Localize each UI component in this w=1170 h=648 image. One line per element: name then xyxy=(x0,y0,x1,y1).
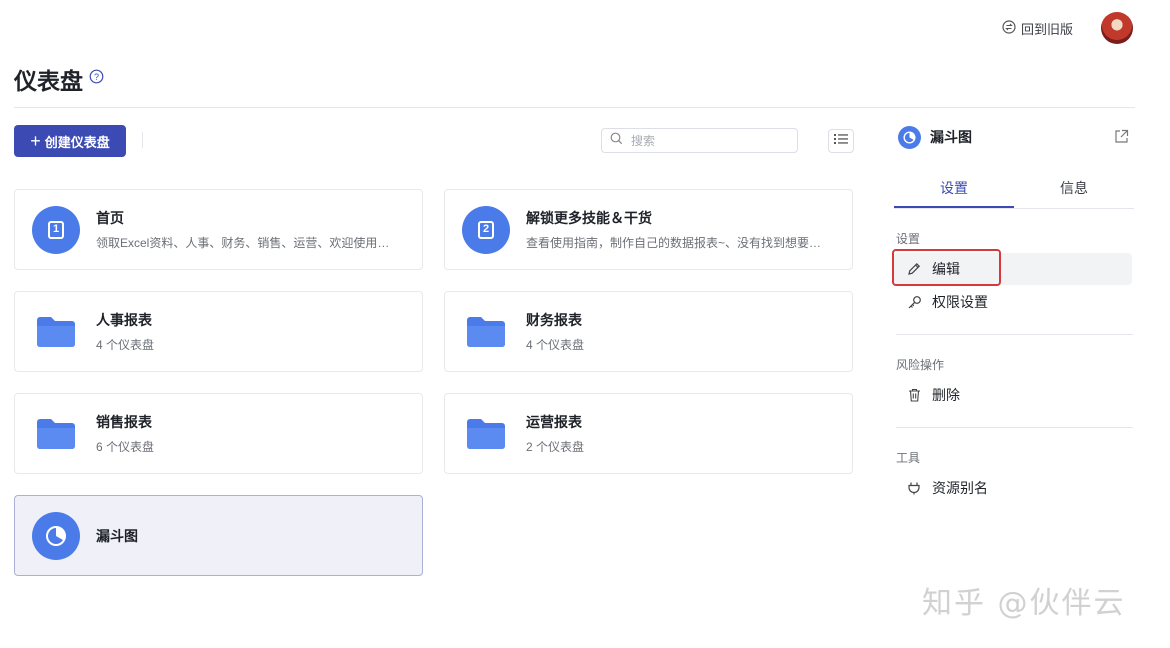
pencil-icon xyxy=(903,262,925,276)
list-view-button[interactable] xyxy=(828,129,854,153)
page-title: 仪表盘 xyxy=(14,68,83,94)
page-title-row: 仪表盘 ? xyxy=(14,62,104,96)
card-title: 首页 xyxy=(96,210,124,226)
dashboard-card-funnel[interactable]: 漏斗图 xyxy=(14,495,423,576)
card-title: 财务报表 xyxy=(526,312,582,328)
card-title: 销售报表 xyxy=(96,414,152,430)
badge-number: 1 xyxy=(48,220,64,239)
folder-icon xyxy=(32,308,80,356)
help-icon[interactable]: ? xyxy=(89,69,104,89)
card-subtitle: 4 个仪表盘 xyxy=(526,338,585,352)
section-title-risk: 风险操作 xyxy=(896,358,945,372)
card-title: 漏斗图 xyxy=(96,527,138,544)
folder-card-finance[interactable]: 财务报表 4 个仪表盘 xyxy=(444,291,853,372)
menu-item-delete[interactable]: 删除 xyxy=(894,379,1132,411)
back-to-old-version-label: 回到旧版 xyxy=(1021,21,1074,37)
watermark: 知乎 @伙伴云 xyxy=(922,586,1126,621)
tab-label: 信息 xyxy=(1060,180,1088,196)
card-subtitle: 查看使用指南，制作自己的数据报表~、没有找到想要的... xyxy=(526,236,826,250)
card-subtitle: 4 个仪表盘 xyxy=(96,338,155,352)
header-divider xyxy=(14,107,1135,108)
menu-item-label: 删除 xyxy=(932,387,960,403)
switch-icon xyxy=(1002,19,1016,37)
panel-title: 漏斗图 xyxy=(930,129,972,145)
dashboard-card-home[interactable]: 1 首页 领取Excel资料、人事、财务、销售、运营、欢迎使用伙... xyxy=(14,189,423,270)
plug-icon xyxy=(903,481,925,495)
folder-icon xyxy=(462,308,510,356)
back-to-old-version-link[interactable]: 回到旧版 xyxy=(1002,18,1073,38)
folder-card-sales[interactable]: 销售报表 6 个仪表盘 xyxy=(14,393,423,474)
folder-icon xyxy=(32,410,80,458)
card-title: 运营报表 xyxy=(526,414,582,430)
menu-item-resource-alias[interactable]: 资源别名 xyxy=(894,472,1132,504)
svg-text:?: ? xyxy=(94,72,99,82)
card-subtitle: 6 个仪表盘 xyxy=(96,440,155,454)
pie-chart-icon xyxy=(32,511,80,560)
search-icon xyxy=(610,132,623,150)
tab-divider xyxy=(894,208,1134,209)
folder-icon xyxy=(462,410,510,458)
card-title: 解锁更多技能＆干货 xyxy=(526,210,652,226)
menu-item-label: 权限设置 xyxy=(932,294,988,310)
menu-item-label: 编辑 xyxy=(932,261,960,277)
card-title: 人事报表 xyxy=(96,312,152,328)
number-one-icon: 1 xyxy=(32,205,80,254)
key-icon xyxy=(903,295,925,310)
trash-icon xyxy=(903,388,925,402)
dashboard-card-skills[interactable]: 2 解锁更多技能＆干货 查看使用指南，制作自己的数据报表~、没有找到想要的... xyxy=(444,189,853,270)
toolbar-separator xyxy=(142,132,143,148)
menu-item-permissions[interactable]: 权限设置 xyxy=(894,286,1132,318)
card-subtitle: 2 个仪表盘 xyxy=(526,440,585,454)
list-icon xyxy=(834,132,848,150)
folder-card-operations[interactable]: 运营报表 2 个仪表盘 xyxy=(444,393,853,474)
panel-header: 漏斗图 xyxy=(898,125,1134,149)
plus-icon: + xyxy=(30,131,41,151)
folder-card-hr[interactable]: 人事报表 4 个仪表盘 xyxy=(14,291,423,372)
menu-item-label: 资源别名 xyxy=(932,480,988,496)
search-input[interactable] xyxy=(629,132,783,149)
badge-number: 2 xyxy=(478,220,494,239)
menu-item-edit[interactable]: 编辑 xyxy=(894,253,1132,285)
number-two-icon: 2 xyxy=(462,205,510,254)
pie-chart-icon xyxy=(898,125,921,149)
section-title-settings: 设置 xyxy=(896,232,921,246)
avatar[interactable] xyxy=(1101,12,1133,44)
section-divider xyxy=(896,427,1133,428)
tab-info[interactable]: 信息 xyxy=(1014,178,1134,208)
section-divider xyxy=(896,334,1133,335)
tab-settings[interactable]: 设置 xyxy=(894,178,1014,208)
create-dashboard-label: 创建仪表盘 xyxy=(44,134,110,150)
open-external-icon[interactable] xyxy=(1114,129,1129,149)
create-dashboard-button[interactable]: + 创建仪表盘 xyxy=(14,125,126,157)
search-box[interactable] xyxy=(601,128,798,153)
card-subtitle: 领取Excel资料、人事、财务、销售、运营、欢迎使用伙... xyxy=(96,236,396,250)
tab-label: 设置 xyxy=(940,180,968,196)
section-title-tools: 工具 xyxy=(896,451,921,465)
